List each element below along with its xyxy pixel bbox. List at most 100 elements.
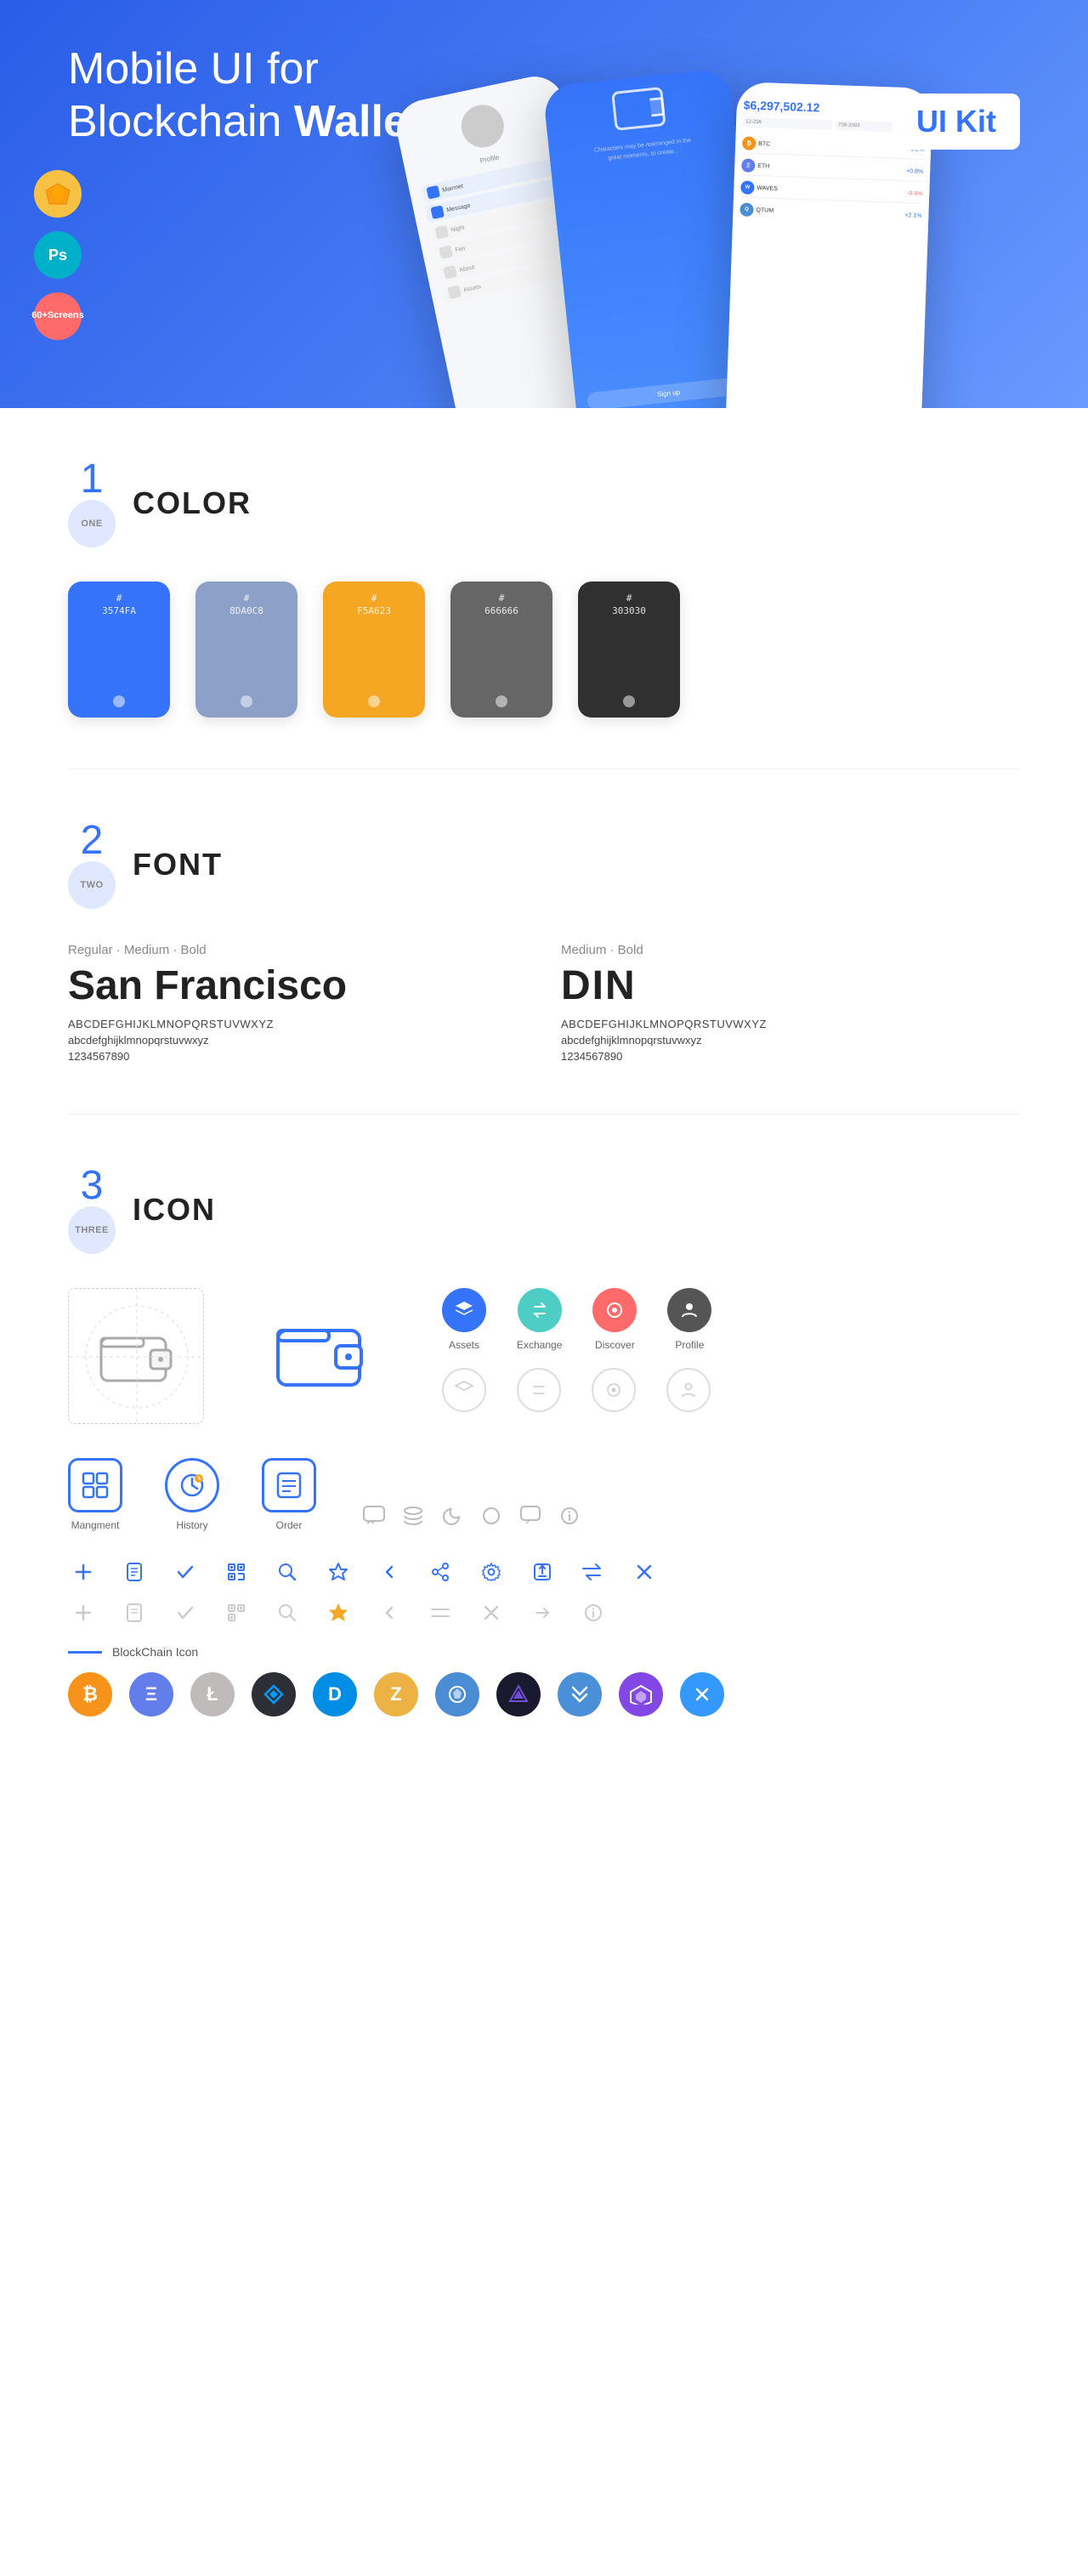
font-section-num: 2 TWO (68, 820, 116, 909)
exchange-icon (518, 1288, 562, 1332)
qr-gray-icon (221, 1597, 252, 1628)
assets-label: Assets (449, 1339, 479, 1351)
gear-icon (476, 1557, 507, 1587)
matic-icon (619, 1672, 663, 1716)
icon-section: 3 THREE ICON (0, 1115, 1088, 1767)
color-section-header: 1 ONE COLOR (68, 459, 1020, 548)
assets-outline-icon (442, 1368, 486, 1412)
chat-icon (515, 1501, 546, 1531)
history-icon-item: History (165, 1458, 219, 1531)
color-dot-2 (241, 695, 252, 707)
exchange-icon-item: Exchange (517, 1288, 562, 1351)
color-dot-1 (113, 695, 125, 707)
ltc-icon: Ł (190, 1672, 235, 1716)
dash-icon: D (313, 1672, 357, 1716)
color-dot-4 (496, 695, 507, 707)
management-icon-item: Mangment (68, 1458, 122, 1531)
font-din-upper: ABCDEFGHIJKLMNOPQRSTUVWXYZ (561, 1018, 1020, 1030)
blockchain-label-row: BlockChain Icon (68, 1645, 1020, 1659)
app-icons-row: Mangment History (68, 1458, 1020, 1531)
misc-gray-icons (359, 1501, 585, 1531)
management-icon (68, 1458, 122, 1512)
profile-label: Profile (675, 1339, 704, 1351)
vet-icon (496, 1672, 541, 1716)
btc-icon: ₿ (68, 1672, 112, 1716)
icon-section-header: 3 THREE ICON (68, 1166, 1020, 1254)
font-din-name: DIN (561, 962, 1020, 1009)
assets-icon-item: Assets (442, 1288, 486, 1351)
profile-icon-item: Profile (667, 1288, 711, 1351)
icon-guide-svg (69, 1289, 205, 1425)
screens-badge: 60+ Screens (34, 292, 82, 340)
waves-icon (252, 1672, 296, 1716)
discover-icon (592, 1288, 637, 1332)
neo-icon (558, 1672, 602, 1716)
icon-guide-box (68, 1288, 204, 1424)
font-sf-upper: ABCDEFGHIJKLMNOPQRSTUVWXYZ (68, 1018, 527, 1030)
color-section-word: ONE (68, 500, 116, 548)
discover-outline-icon-item (592, 1368, 636, 1412)
hero-section: Mobile UI for Blockchain Wallet UI Kit P… (0, 0, 1088, 408)
history-label: History (176, 1519, 207, 1531)
font-sf-label: Regular · Medium · Bold (68, 943, 527, 957)
phone-mockups: Profile Mainnet Message Night (425, 17, 1088, 408)
icon-section-title: ICON (133, 1192, 216, 1228)
color-dot-5 (623, 695, 635, 707)
check-gray-icon (170, 1597, 201, 1628)
arrow-right-gray-icon (527, 1597, 558, 1628)
profile-outline-icon (666, 1368, 711, 1412)
font-din-lower: abcdefghijklmnopqrstuvwxyz (561, 1034, 1020, 1047)
color-swatch-5: #303030 (578, 582, 680, 718)
font-din-label: Medium · Bold (561, 943, 1020, 957)
font-sf: Regular · Medium · Bold San Francisco AB… (68, 943, 527, 1063)
util-icons-blue-row (68, 1557, 1020, 1587)
color-swatch-4: #666666 (450, 582, 552, 718)
color-section: 1 ONE COLOR #3574FA #8DA0C8 #F5A623 #666… (0, 408, 1088, 769)
back-arrow-icon (374, 1557, 405, 1587)
color-section-title: COLOR (133, 485, 252, 521)
swap-icon (578, 1557, 609, 1587)
blockchain-label: BlockChain Icon (112, 1645, 198, 1659)
exchange-label: Exchange (517, 1339, 562, 1351)
info-gray-icon (578, 1597, 609, 1628)
discover-label: Discover (595, 1339, 635, 1351)
crypto-icons-row: ₿ Ξ Ł D Z (68, 1672, 1020, 1716)
nav-icons-outline-row (442, 1368, 711, 1412)
font-sf-name: San Francisco (68, 962, 527, 1009)
qr-icon (221, 1557, 252, 1587)
color-swatch-3: #F5A623 (323, 582, 425, 718)
color-swatch-1: #3574FA (68, 582, 170, 718)
wallet-filled-icon-container (255, 1288, 391, 1424)
history-icon (165, 1458, 219, 1512)
assets-outline-icon-item (442, 1368, 486, 1412)
x-gray-icon (476, 1597, 507, 1628)
order-icon-item: Order (262, 1458, 316, 1531)
plus-gray-icon (68, 1597, 99, 1628)
check-icon (170, 1557, 201, 1587)
font-din: Medium · Bold DIN ABCDEFGHIJKLMNOPQRSTUV… (561, 943, 1020, 1063)
exchange-outline-icon-item (517, 1368, 561, 1412)
color-swatches-row: #3574FA #8DA0C8 #F5A623 #666666 #303030 (68, 582, 1020, 718)
zec-icon: Z (374, 1672, 418, 1716)
icon-section-word: THREE (68, 1206, 116, 1254)
blockchain-line (68, 1651, 102, 1654)
ps-badge: Ps (34, 231, 82, 279)
font-section-header: 2 TWO FONT (68, 820, 1020, 909)
fonts-grid: Regular · Medium · Bold San Francisco AB… (68, 943, 1020, 1063)
discover-icon-item: Discover (592, 1288, 637, 1351)
note-gray-icon (119, 1597, 150, 1628)
eth-icon: Ξ (129, 1672, 173, 1716)
exchange-outline-icon (517, 1368, 561, 1412)
share-icon (425, 1557, 456, 1587)
close-icon (629, 1557, 660, 1587)
search-gray-icon (272, 1597, 303, 1628)
back-arrow-gray-icon (374, 1597, 405, 1628)
profile-outline-icon-item (666, 1368, 711, 1412)
nav-icons-group: Assets Exchange (442, 1288, 711, 1412)
order-icon (262, 1458, 316, 1512)
upload-icon (527, 1557, 558, 1587)
comment-icon (359, 1501, 389, 1531)
note-icon (119, 1557, 150, 1587)
circle-icon (476, 1501, 507, 1531)
tool-badges: Ps 60+ Screens (34, 170, 82, 340)
